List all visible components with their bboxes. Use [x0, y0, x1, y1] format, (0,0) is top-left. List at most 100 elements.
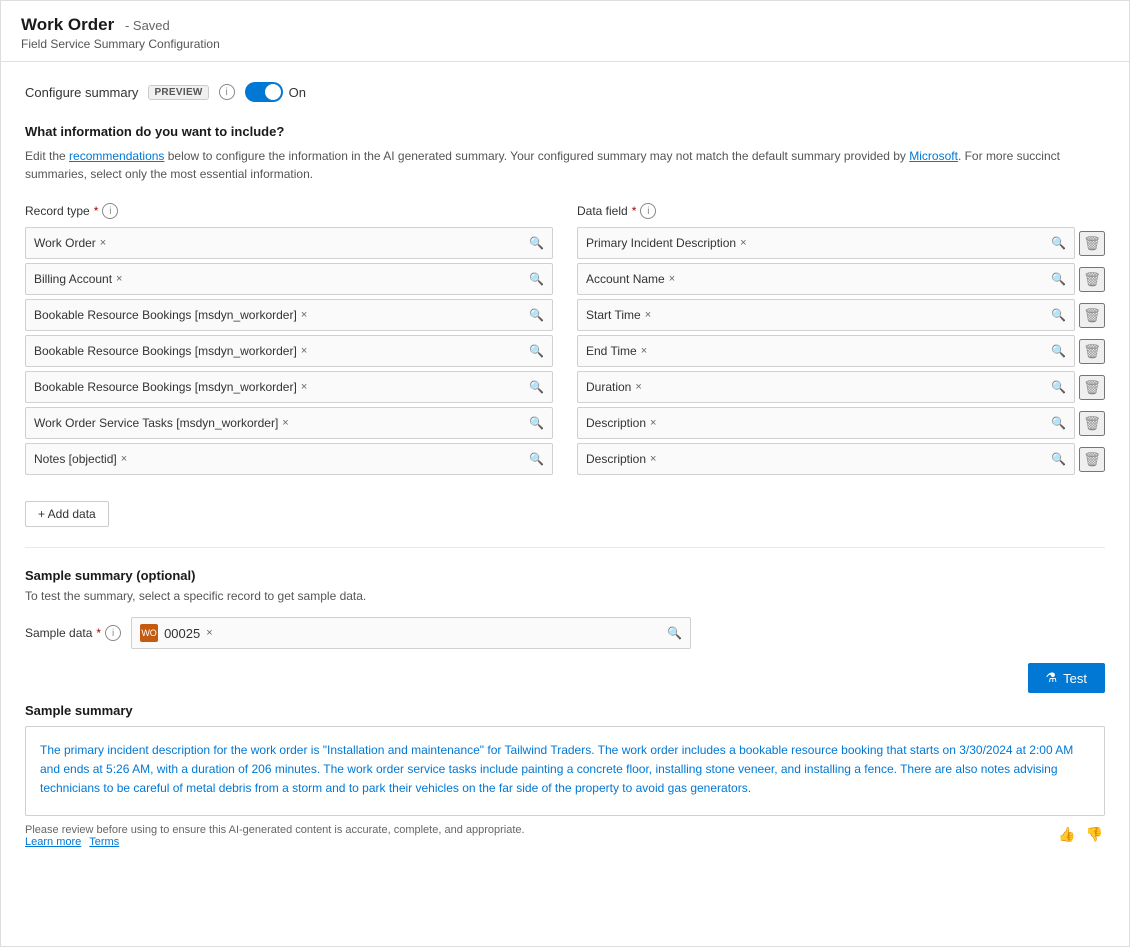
test-btn-row: ⚗ Test [25, 663, 1105, 693]
data-field-row-1: Account Name × 🔍 🗑 [577, 263, 1105, 295]
learn-more-link[interactable]: Learn more [25, 836, 81, 848]
record-type-remove-5[interactable]: × [282, 417, 288, 429]
sample-data-info-icon[interactable]: i [105, 625, 121, 641]
data-field-search-3[interactable]: 🔍 [1051, 344, 1066, 358]
add-data-button[interactable]: + Add data [25, 501, 109, 527]
data-field-tag-3: End Time × [586, 344, 647, 358]
record-type-input-4[interactable]: Bookable Resource Bookings [msdyn_workor… [25, 371, 553, 403]
data-field-remove-2[interactable]: × [645, 309, 651, 321]
thumbs-down-button[interactable]: 👎 [1084, 824, 1105, 845]
data-field-delete-0[interactable]: 🗑 [1079, 231, 1105, 256]
terms-link[interactable]: Terms [89, 836, 119, 848]
toggle-wrapper: On [245, 82, 306, 102]
sample-summary-output-label: Sample summary [25, 703, 1105, 718]
data-field-tag-5: Description × [586, 416, 656, 430]
record-type-search-0[interactable]: 🔍 [529, 236, 544, 250]
configure-summary-row: Configure summary PREVIEW i On [25, 82, 1105, 102]
record-type-tag-5: Work Order Service Tasks [msdyn_workorde… [34, 416, 289, 430]
data-field-delete-5[interactable]: 🗑 [1079, 411, 1105, 436]
record-type-search-2[interactable]: 🔍 [529, 308, 544, 322]
data-field-tag-1: Account Name × [586, 272, 675, 286]
microsoft-link[interactable]: Microsoft [909, 149, 958, 163]
record-type-input-2[interactable]: Bookable Resource Bookings [msdyn_workor… [25, 299, 553, 331]
record-type-input-3[interactable]: Bookable Resource Bookings [msdyn_workor… [25, 335, 553, 367]
record-type-row-3: Bookable Resource Bookings [msdyn_workor… [25, 335, 553, 367]
page-title: Work Order - Saved [21, 15, 1109, 35]
summary-text-box: The primary incident description for the… [25, 726, 1105, 816]
record-type-search-6[interactable]: 🔍 [529, 452, 544, 466]
data-field-remove-3[interactable]: × [641, 345, 647, 357]
data-field-search-1[interactable]: 🔍 [1051, 272, 1066, 286]
record-type-row-2: Bookable Resource Bookings [msdyn_workor… [25, 299, 553, 331]
data-field-search-6[interactable]: 🔍 [1051, 452, 1066, 466]
record-type-remove-4[interactable]: × [301, 381, 307, 393]
data-field-delete-2[interactable]: 🗑 [1079, 303, 1105, 328]
data-field-input-0[interactable]: Primary Incident Description × 🔍 [577, 227, 1075, 259]
record-type-remove-0[interactable]: × [100, 237, 106, 249]
sample-data-search[interactable]: 🔍 [667, 626, 682, 640]
data-field-remove-5[interactable]: × [650, 417, 656, 429]
data-field-input-2[interactable]: Start Time × 🔍 [577, 299, 1075, 331]
sample-record-remove[interactable]: × [206, 627, 212, 639]
sample-data-row: Sample data * i WO 00025 × 🔍 [25, 617, 1105, 649]
data-field-input-3[interactable]: End Time × 🔍 [577, 335, 1075, 367]
sample-record-value: 00025 [164, 626, 200, 641]
data-field-row-0: Primary Incident Description × 🔍 🗑 [577, 227, 1105, 259]
record-type-input-0[interactable]: Work Order × 🔍 [25, 227, 553, 259]
data-field-search-2[interactable]: 🔍 [1051, 308, 1066, 322]
test-button-label: Test [1063, 671, 1087, 686]
recommendations-link[interactable]: recommendations [69, 149, 164, 163]
data-field-input-6[interactable]: Description × 🔍 [577, 443, 1075, 475]
data-field-input-1[interactable]: Account Name × 🔍 [577, 263, 1075, 295]
sample-data-input[interactable]: WO 00025 × 🔍 [131, 617, 691, 649]
record-type-search-3[interactable]: 🔍 [529, 344, 544, 358]
data-field-tag-6: Description × [586, 452, 656, 466]
data-field-delete-6[interactable]: 🗑 [1079, 447, 1105, 472]
data-field-remove-0[interactable]: × [740, 237, 746, 249]
what-info-heading: What information do you want to include? [25, 124, 1105, 139]
record-type-tag-2: Bookable Resource Bookings [msdyn_workor… [34, 308, 307, 322]
configure-info-icon[interactable]: i [219, 84, 235, 100]
record-type-remove-3[interactable]: × [301, 345, 307, 357]
record-type-tag-4: Bookable Resource Bookings [msdyn_workor… [34, 380, 307, 394]
data-field-delete-4[interactable]: 🗑 [1079, 375, 1105, 400]
data-field-row-5: Description × 🔍 🗑 [577, 407, 1105, 439]
data-field-search-0[interactable]: 🔍 [1051, 236, 1066, 250]
sample-data-label: Sample data * i [25, 625, 121, 641]
page-header: Work Order - Saved Field Service Summary… [1, 1, 1129, 62]
record-type-search-4[interactable]: 🔍 [529, 380, 544, 394]
record-type-tag-1: Billing Account × [34, 272, 122, 286]
data-field-delete-1[interactable]: 🗑 [1079, 267, 1105, 292]
data-field-remove-4[interactable]: × [635, 381, 641, 393]
preview-badge: PREVIEW [148, 85, 208, 100]
sample-summary-title: Sample summary (optional) [25, 568, 1105, 583]
record-type-info-icon[interactable]: i [102, 203, 118, 219]
record-type-input-1[interactable]: Billing Account × 🔍 [25, 263, 553, 295]
data-field-search-5[interactable]: 🔍 [1051, 416, 1066, 430]
record-type-remove-2[interactable]: × [301, 309, 307, 321]
record-type-tag-0: Work Order × [34, 236, 106, 250]
record-type-search-1[interactable]: 🔍 [529, 272, 544, 286]
record-type-row-1: Billing Account × 🔍 [25, 263, 553, 295]
sample-summary-section: Sample summary (optional) To test the su… [25, 568, 1105, 848]
summary-toggle[interactable] [245, 82, 283, 102]
flask-icon: ⚗ [1046, 670, 1058, 686]
data-field-input-4[interactable]: Duration × 🔍 [577, 371, 1075, 403]
record-type-search-5[interactable]: 🔍 [529, 416, 544, 430]
record-type-input-6[interactable]: Notes [objectid] × 🔍 [25, 443, 553, 475]
test-button[interactable]: ⚗ Test [1028, 663, 1106, 693]
data-field-remove-6[interactable]: × [650, 453, 656, 465]
data-field-info-icon[interactable]: i [640, 203, 656, 219]
fields-grid: Record type * i Work Order × 🔍 [25, 203, 1105, 479]
footer-note-text: Please review before using to ensure thi… [25, 824, 525, 848]
record-type-remove-1[interactable]: × [116, 273, 122, 285]
thumbs-up-button[interactable]: 👍 [1056, 824, 1077, 845]
data-field-remove-1[interactable]: × [669, 273, 675, 285]
data-field-input-5[interactable]: Description × 🔍 [577, 407, 1075, 439]
record-type-input-5[interactable]: Work Order Service Tasks [msdyn_workorde… [25, 407, 553, 439]
data-field-tag-0: Primary Incident Description × [586, 236, 747, 250]
record-type-remove-6[interactable]: × [121, 453, 127, 465]
data-field-search-4[interactable]: 🔍 [1051, 380, 1066, 394]
record-type-row-5: Work Order Service Tasks [msdyn_workorde… [25, 407, 553, 439]
data-field-delete-3[interactable]: 🗑 [1079, 339, 1105, 364]
